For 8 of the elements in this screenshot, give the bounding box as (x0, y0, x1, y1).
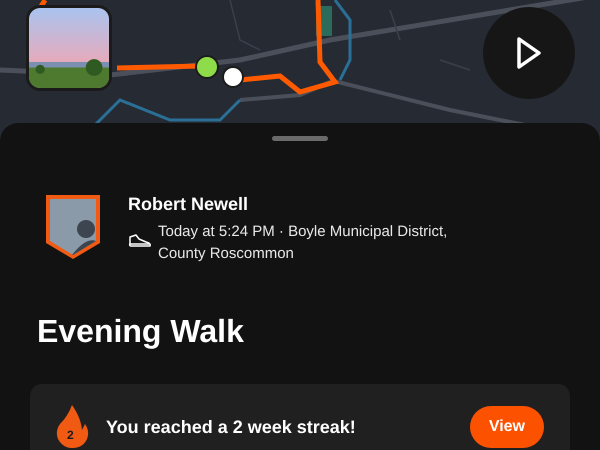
streak-count: 2 (67, 428, 74, 442)
flame-icon (54, 404, 90, 448)
activity-details: Today at 5:24 PM · Boyle Municipal District, County Roscommon (158, 222, 448, 264)
streak-message: You reached a 2 week streak! (106, 416, 356, 440)
activity-title: Evening Walk (37, 312, 245, 352)
view-button[interactable]: View (470, 406, 544, 448)
athlete-name: Robert Newell (128, 193, 250, 216)
shoe-icon (128, 233, 152, 250)
